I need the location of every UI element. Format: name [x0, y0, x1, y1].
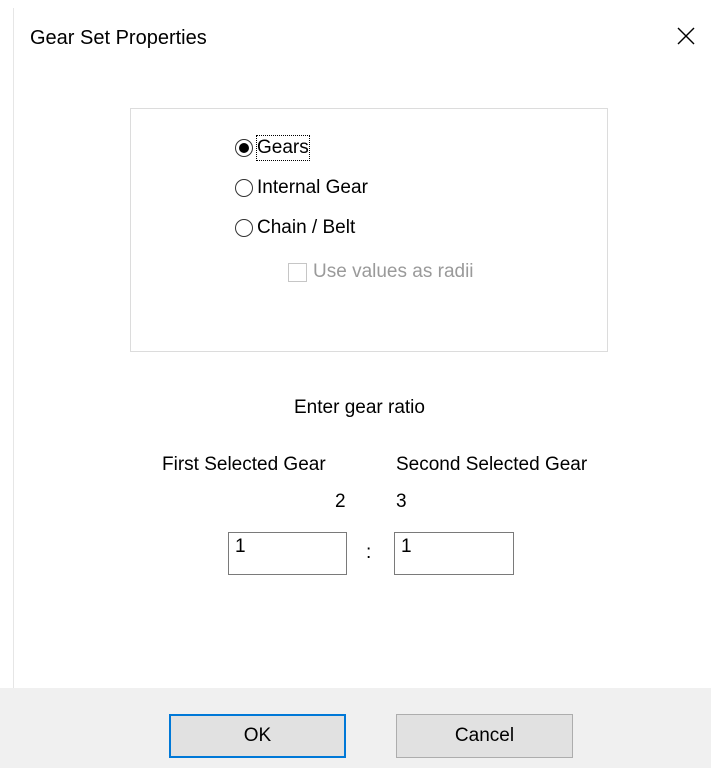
gear-type-group: [130, 108, 608, 352]
radio-button[interactable]: [235, 219, 253, 237]
ok-button[interactable]: OK: [169, 714, 346, 758]
radio-internal-gear-label: Internal Gear: [257, 177, 368, 198]
dialog-border: [13, 8, 14, 688]
first-gear-ratio-input[interactable]: [228, 532, 347, 575]
title-bar: Gear Set Properties: [0, 0, 711, 76]
radio-gears[interactable]: Gears: [235, 134, 310, 162]
gear-set-properties-dialog: Gear Set Properties Gears Internal Gear …: [0, 0, 711, 768]
dialog-title: Gear Set Properties: [30, 27, 207, 49]
button-bar: OK Cancel: [0, 688, 711, 768]
ratio-prompt: Enter gear ratio: [294, 397, 425, 418]
radio-selected-dot: [239, 143, 249, 153]
radio-button[interactable]: [235, 179, 253, 197]
second-gear-number: 3: [396, 491, 407, 512]
first-gear-number: 2: [335, 491, 346, 512]
close-button[interactable]: [664, 18, 708, 54]
radio-gears-label: Gears: [256, 135, 310, 161]
radio-chain-belt[interactable]: Chain / Belt: [235, 214, 355, 242]
second-gear-ratio-input[interactable]: [394, 532, 514, 575]
second-gear-header: Second Selected Gear: [396, 454, 588, 475]
checkbox-box[interactable]: [288, 262, 307, 282]
use-radii-label: Use values as radii: [313, 261, 474, 282]
radio-button[interactable]: [235, 139, 253, 157]
use-radii-checkbox[interactable]: Use values as radii: [288, 258, 474, 286]
radio-internal-gear[interactable]: Internal Gear: [235, 174, 368, 202]
first-gear-header: First Selected Gear: [162, 454, 326, 475]
cancel-button[interactable]: Cancel: [396, 714, 573, 758]
ratio-separator: :: [366, 542, 372, 563]
radio-chain-belt-label: Chain / Belt: [257, 217, 356, 238]
close-icon: [677, 27, 695, 45]
